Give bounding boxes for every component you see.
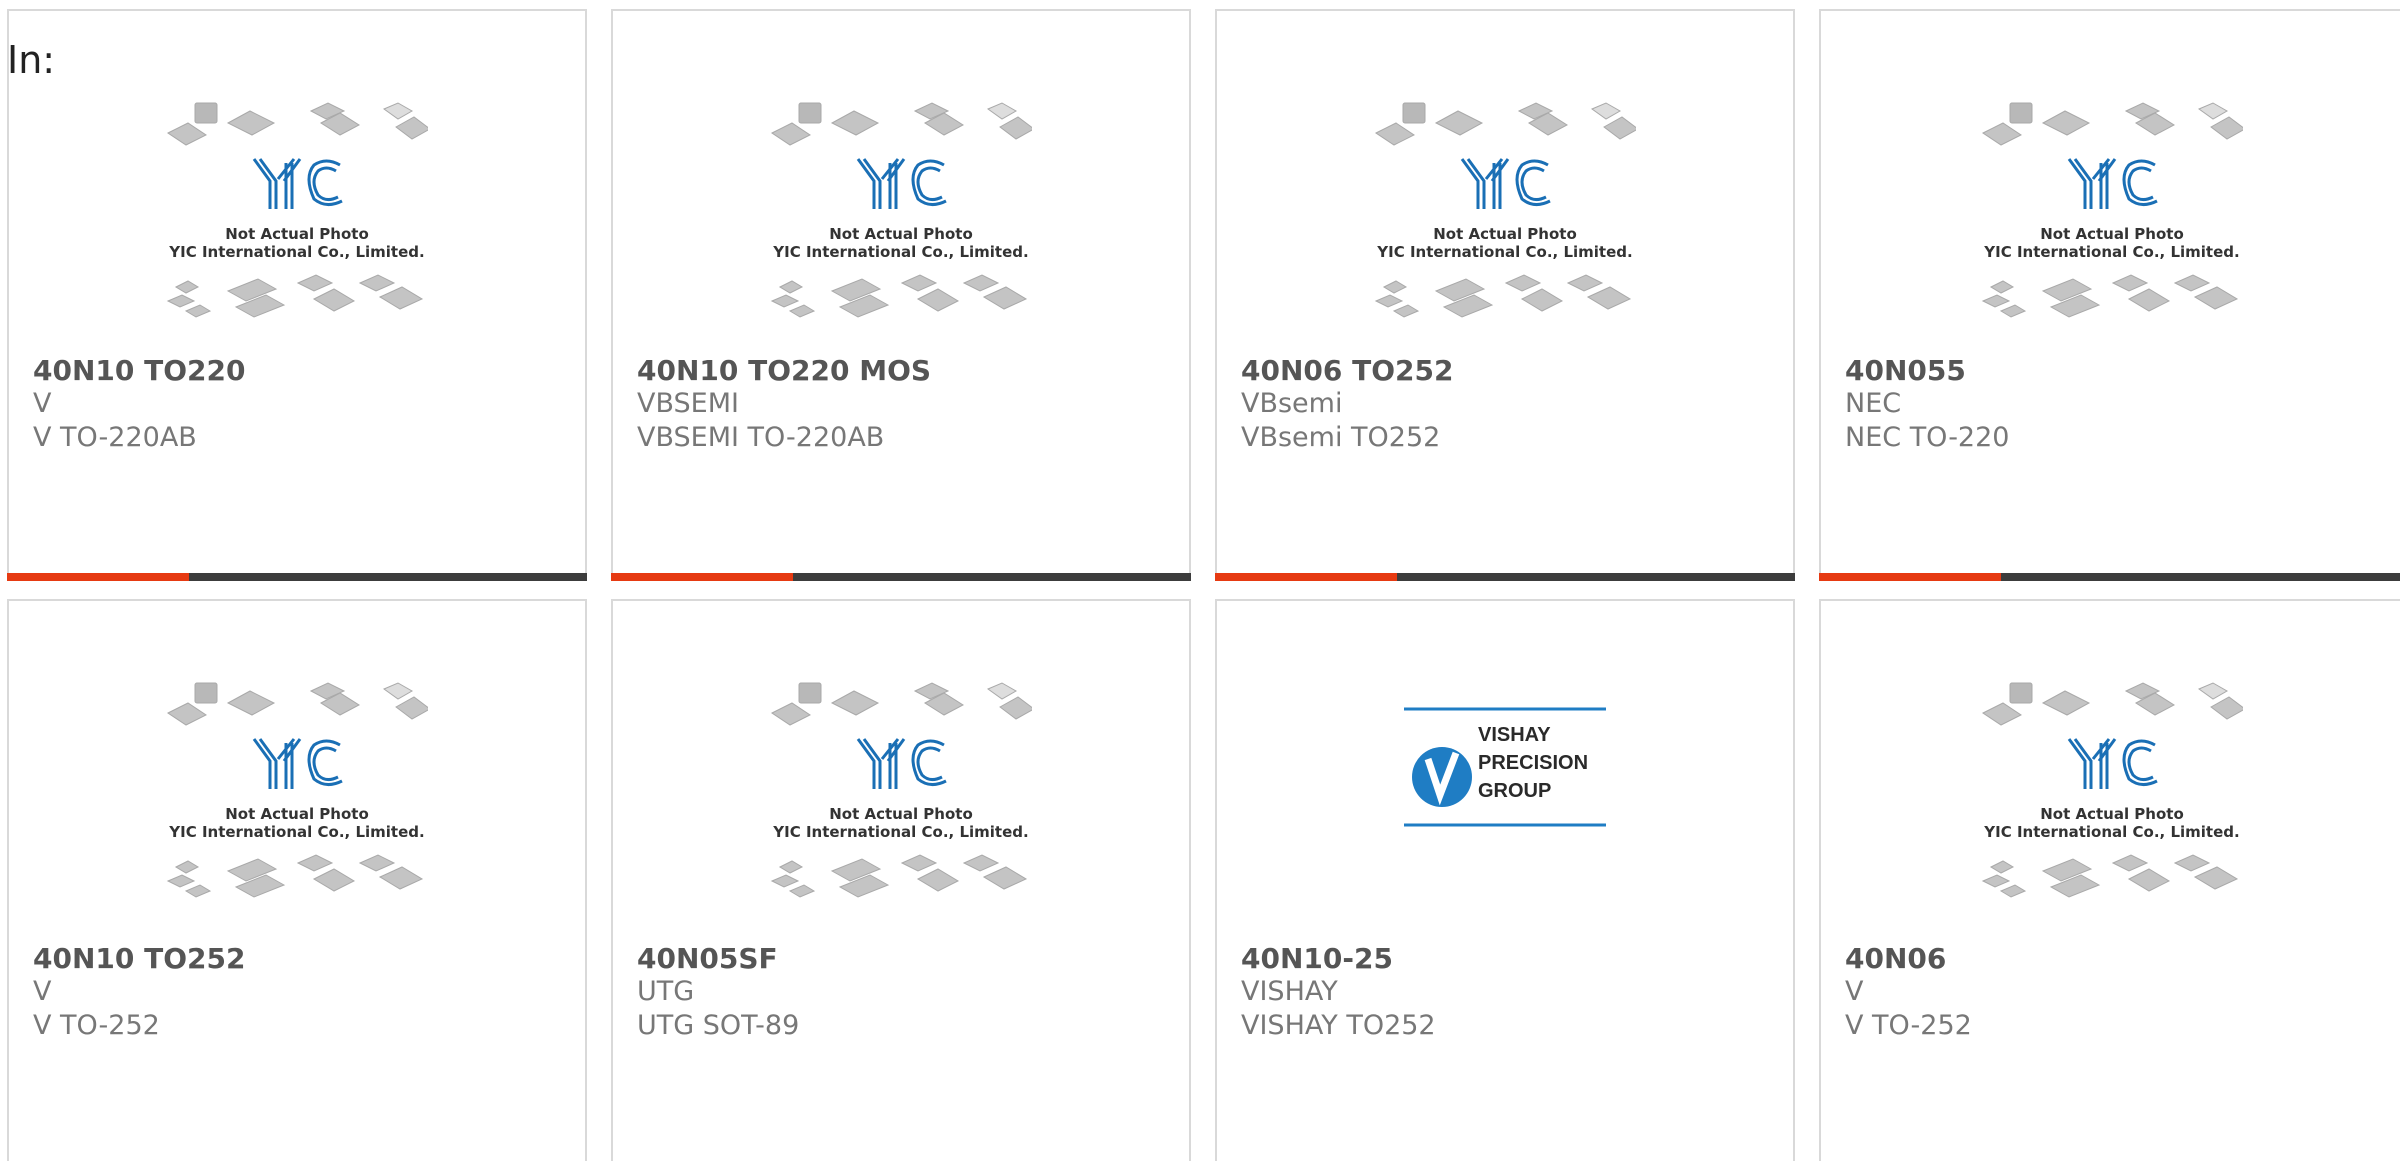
product-package: VBsemi TO252 <box>1241 422 1441 453</box>
vishay-logo-image: VISHAY PRECISION GROUP <box>1404 707 1606 829</box>
placeholder-caption-1: Not Actual Photo <box>2040 805 2184 823</box>
placeholder-caption-2: YIC International Co., Limited. <box>1376 243 1632 261</box>
product-placeholder-image: Not Actual Photo YIC International Co., … <box>1374 102 1636 318</box>
product-placeholder-image: Not Actual Photo YIC International Co., … <box>1981 102 2243 318</box>
product-thumbnail[interactable]: Not Actual Photo YIC International Co., … <box>9 681 585 917</box>
product-name-link[interactable]: 40N06 TO252 <box>1241 354 1453 387</box>
placeholder-caption-2: YIC International Co., Limited. <box>772 243 1028 261</box>
card-accent-bar <box>1215 573 1795 581</box>
product-thumbnail[interactable]: Not Actual Photo YIC International Co., … <box>9 101 585 337</box>
product-brand: VISHAY <box>1241 976 1338 1007</box>
placeholder-caption-1: Not Actual Photo <box>829 805 973 823</box>
placeholder-caption-1: Not Actual Photo <box>2040 225 2184 243</box>
product-package: UTG SOT-89 <box>637 1010 800 1041</box>
product-brand: VBsemi <box>1241 388 1343 419</box>
product-package: VBSEMI TO-220AB <box>637 422 885 453</box>
placeholder-caption-2: YIC International Co., Limited. <box>772 823 1028 841</box>
product-name-link[interactable]: 40N06 <box>1845 942 1946 975</box>
product-package: NEC TO-220 <box>1845 422 2010 453</box>
placeholder-caption-2: YIC International Co., Limited. <box>1983 823 2239 841</box>
product-brand: VBSEMI <box>637 388 739 419</box>
product-package: V TO-252 <box>33 1010 160 1041</box>
product-card[interactable]: Not Actual Photo YIC International Co., … <box>1819 9 2400 581</box>
dark-segment <box>2001 573 2400 581</box>
accent-segment <box>1819 573 2001 581</box>
product-card[interactable]: Not Actual Photo YIC International Co., … <box>7 9 587 581</box>
product-name-link[interactable]: 40N10 TO220 <box>33 354 245 387</box>
accent-segment <box>1215 573 1397 581</box>
product-placeholder-image: Not Actual Photo YIC International Co., … <box>1981 682 2243 898</box>
product-brand: UTG <box>637 976 695 1007</box>
product-name-link[interactable]: 40N10 TO252 <box>33 942 245 975</box>
product-thumbnail[interactable]: Not Actual Photo YIC International Co., … <box>613 101 1189 337</box>
card-accent-bar <box>1819 573 2400 581</box>
product-thumbnail[interactable]: VISHAY PRECISION GROUP <box>1217 681 1793 829</box>
product-brand: V <box>33 388 52 419</box>
product-brand: V <box>1845 976 1864 1007</box>
product-name-link[interactable]: 40N10 TO220 MOS <box>637 354 931 387</box>
product-thumbnail[interactable]: Not Actual Photo YIC International Co., … <box>1821 101 2400 337</box>
product-grid-page: In: Not Actual Photo YIC International C… <box>0 0 2400 1161</box>
product-package: VISHAY TO252 <box>1241 1010 1436 1041</box>
in-label: In: <box>7 38 56 82</box>
product-card[interactable]: VISHAY PRECISION GROUP 40N10-25 VISHAY VIS… <box>1215 599 1795 1161</box>
dark-segment <box>793 573 1191 581</box>
product-brand: V <box>33 976 52 1007</box>
product-placeholder-image: Not Actual Photo YIC International Co., … <box>166 682 428 898</box>
card-accent-bar <box>7 573 587 581</box>
placeholder-caption-1: Not Actual Photo <box>225 225 369 243</box>
accent-segment <box>7 573 189 581</box>
placeholder-caption-1: Not Actual Photo <box>225 805 369 823</box>
accent-segment <box>611 573 793 581</box>
placeholder-caption-1: Not Actual Photo <box>829 225 973 243</box>
product-thumbnail[interactable]: Not Actual Photo YIC International Co., … <box>613 681 1189 917</box>
product-package: V TO-220AB <box>33 422 197 453</box>
product-card[interactable]: Not Actual Photo YIC International Co., … <box>7 599 587 1161</box>
product-thumbnail[interactable]: Not Actual Photo YIC International Co., … <box>1217 101 1793 337</box>
product-card[interactable]: Not Actual Photo YIC International Co., … <box>611 599 1191 1161</box>
product-brand: NEC <box>1845 388 1902 419</box>
product-placeholder-image: Not Actual Photo YIC International Co., … <box>166 102 428 318</box>
product-placeholder-image: Not Actual Photo YIC International Co., … <box>770 682 1032 898</box>
product-placeholder-image: Not Actual Photo YIC International Co., … <box>770 102 1032 318</box>
placeholder-caption-2: YIC International Co., Limited. <box>1983 243 2239 261</box>
svg-text:PRECISION: PRECISION <box>1478 752 1588 774</box>
dark-segment <box>1397 573 1795 581</box>
svg-text:VISHAY: VISHAY <box>1478 724 1551 746</box>
product-card[interactable]: Not Actual Photo YIC International Co., … <box>1819 599 2400 1161</box>
placeholder-caption-2: YIC International Co., Limited. <box>168 243 424 261</box>
product-card[interactable]: Not Actual Photo YIC International Co., … <box>1215 9 1795 581</box>
product-package: V TO-252 <box>1845 1010 1972 1041</box>
product-thumbnail[interactable]: Not Actual Photo YIC International Co., … <box>1821 681 2400 917</box>
placeholder-caption-1: Not Actual Photo <box>1433 225 1577 243</box>
product-name-link[interactable]: 40N05SF <box>637 942 778 975</box>
dark-segment <box>189 573 587 581</box>
product-name-link[interactable]: 40N10-25 <box>1241 942 1393 975</box>
placeholder-caption-2: YIC International Co., Limited. <box>168 823 424 841</box>
product-name-link[interactable]: 40N055 <box>1845 354 1966 387</box>
card-accent-bar <box>611 573 1191 581</box>
product-card[interactable]: Not Actual Photo YIC International Co., … <box>611 9 1191 581</box>
svg-text:GROUP: GROUP <box>1478 780 1551 802</box>
